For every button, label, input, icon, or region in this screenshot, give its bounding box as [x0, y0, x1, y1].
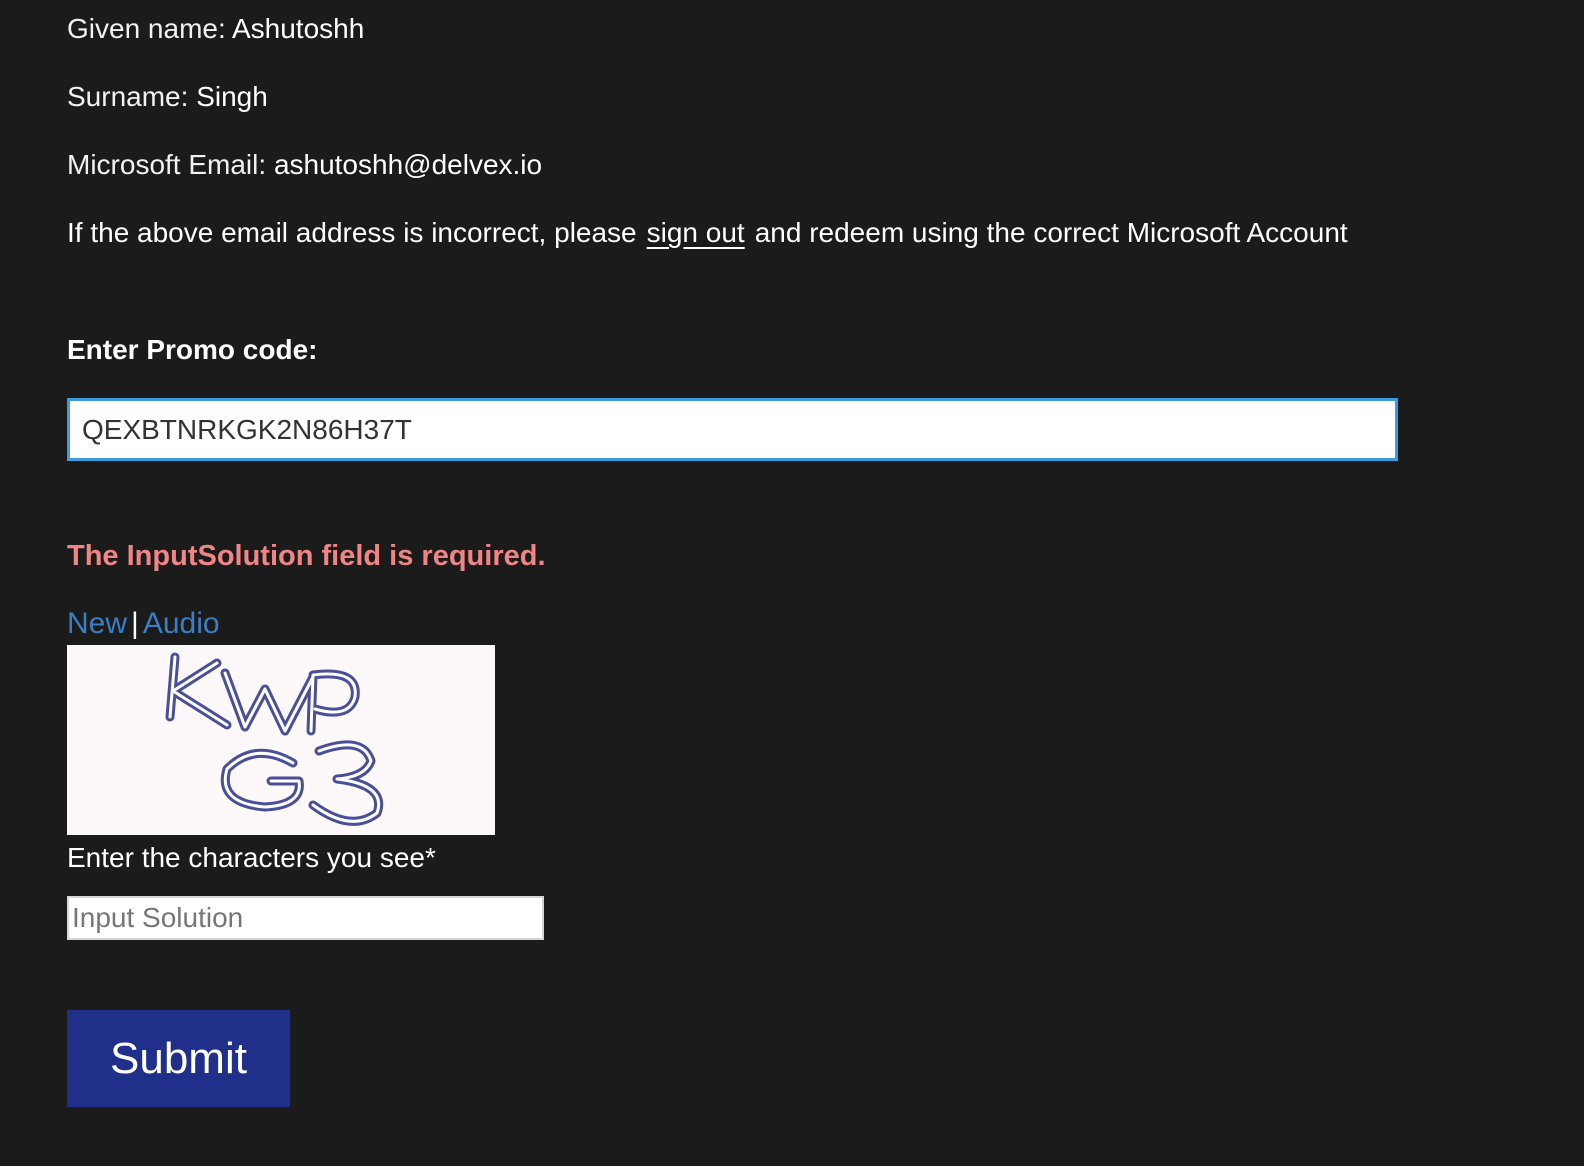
captcha-prompt-label: Enter the characters you see*	[67, 842, 436, 873]
given-name-row: Given name: Ashutoshh	[67, 11, 364, 47]
email-value: ashutoshh@delvex.io	[273, 149, 543, 180]
incorrect-email-notice: If the above email address is incorrect,…	[67, 215, 1348, 251]
sign-out-link[interactable]: sign out	[647, 217, 745, 248]
validation-error-message: The InputSolution field is required.	[67, 540, 546, 572]
promo-code-input[interactable]	[67, 398, 1398, 461]
notice-text-before: If the above email address is incorrect,…	[67, 217, 637, 248]
given-name-label: Given name:	[67, 13, 226, 44]
email-label: Microsoft Email:	[67, 149, 267, 180]
promo-code-label: Enter Promo code:	[67, 334, 318, 365]
captcha-image	[67, 645, 495, 835]
email-row: Microsoft Email: ashutoshh@delvex.io	[67, 147, 542, 183]
surname-value: Singh	[196, 81, 268, 112]
captcha-new-link[interactable]: New	[67, 607, 127, 640]
captcha-controls: New | Audio	[67, 605, 220, 643]
given-name-value: Ashutoshh	[231, 13, 365, 44]
captcha-glyphs	[165, 652, 383, 826]
surname-row: Surname: Singh	[67, 79, 268, 115]
captcha-audio-link[interactable]: Audio	[143, 607, 220, 640]
captcha-solution-input[interactable]	[67, 896, 544, 940]
captcha-link-separator: |	[131, 607, 139, 640]
submit-button[interactable]: Submit	[67, 1010, 290, 1107]
surname-label: Surname:	[67, 81, 189, 112]
notice-text-after: and redeem using the correct Microsoft A…	[754, 217, 1348, 248]
